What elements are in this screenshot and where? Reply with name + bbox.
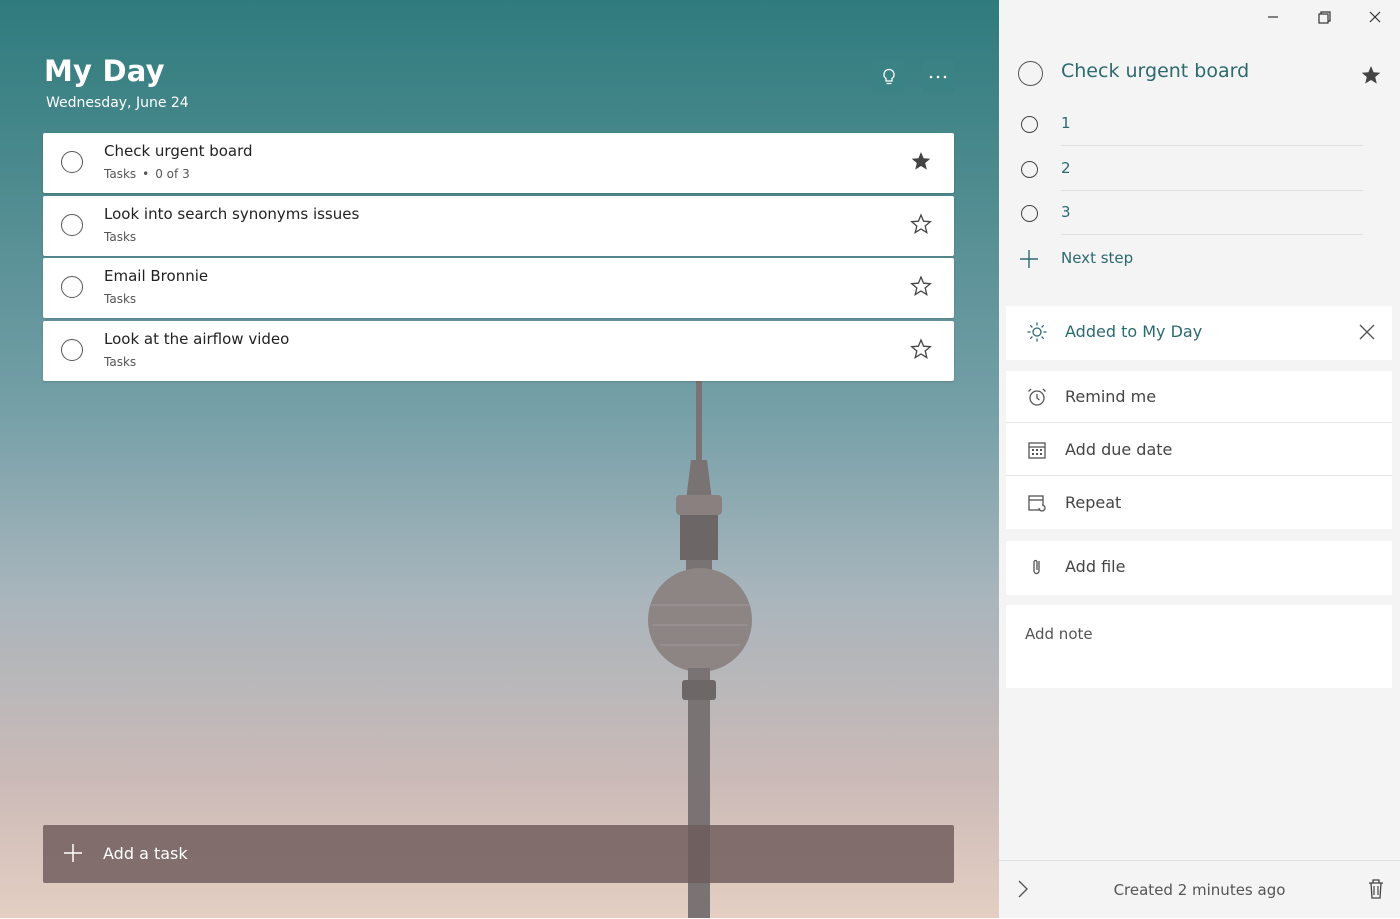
- task-item[interactable]: Email Bronnie Tasks: [43, 258, 954, 318]
- task-list-name: Tasks: [104, 167, 137, 181]
- alarm-clock-icon: [1028, 388, 1046, 406]
- task-item[interactable]: Look into search synonyms issues Tasks: [43, 195, 954, 256]
- add-task-input[interactable]: Add a task: [43, 825, 954, 883]
- add-file-row[interactable]: Add file: [1006, 541, 1392, 593]
- next-step-button[interactable]: Next step: [1018, 246, 1363, 274]
- added-to-my-day-row[interactable]: Added to My Day: [1006, 306, 1392, 358]
- task-item[interactable]: Look at the airflow video Tasks: [43, 320, 954, 381]
- task-title: Email Bronnie: [104, 267, 209, 285]
- step-title: 3: [1061, 203, 1071, 221]
- due-date-label: Add due date: [1065, 440, 1173, 459]
- task-title: Look at the airflow video: [104, 329, 290, 348]
- task-title: Check urgent board: [104, 142, 253, 160]
- repeat-label: Repeat: [1065, 493, 1122, 512]
- complete-checkbox[interactable]: [61, 213, 83, 236]
- task-title: Look into search synonyms issues: [104, 204, 360, 223]
- star-filled-icon[interactable]: [910, 150, 932, 172]
- star-filled-icon[interactable]: [1360, 64, 1382, 86]
- star-outline-icon[interactable]: [910, 212, 932, 235]
- my-day-card: Added to My Day: [1006, 306, 1392, 360]
- page-date: Wednesday, June 24: [46, 95, 189, 111]
- step-item[interactable]: 1: [1018, 102, 1363, 146]
- divider: [1061, 234, 1363, 235]
- task-meta: Tasks • 0 of 3: [104, 167, 190, 181]
- task-list: Check urgent board Tasks • 0 of 3 Look int…: [43, 133, 954, 383]
- detail-complete-checkbox[interactable]: [1018, 61, 1043, 86]
- step-checkbox[interactable]: [1021, 116, 1038, 133]
- note-field[interactable]: Add note: [1025, 625, 1093, 643]
- lightbulb-icon: [883, 68, 895, 84]
- paperclip-icon: [1033, 559, 1040, 575]
- more-options-button[interactable]: [922, 61, 954, 92]
- next-step-label: Next step: [1061, 249, 1134, 267]
- add-task-label: Add a task: [103, 844, 188, 863]
- suggestions-button[interactable]: [873, 61, 905, 92]
- divider: [1006, 422, 1392, 423]
- task-list-name: Tasks: [104, 229, 137, 244]
- task-list-name: Tasks: [104, 354, 137, 369]
- step-title: 2: [1061, 159, 1071, 177]
- plus-icon: [1020, 250, 1038, 268]
- detail-title[interactable]: Check urgent board: [1061, 60, 1249, 82]
- star-outline-icon[interactable]: [910, 275, 932, 297]
- remove-from-my-day-icon[interactable]: [1357, 322, 1377, 342]
- trash-icon[interactable]: [1365, 877, 1387, 901]
- minimize-icon[interactable]: [1262, 6, 1284, 28]
- step-item[interactable]: 2: [1018, 147, 1363, 191]
- step-checkbox[interactable]: [1021, 205, 1038, 222]
- complete-checkbox[interactable]: [61, 276, 83, 298]
- task-list-pane: My Day Wednesday, June 24 Check urgent b…: [0, 0, 999, 918]
- repeat-row[interactable]: Repeat: [1006, 477, 1392, 529]
- add-file-label: Add file: [1065, 557, 1126, 576]
- task-list-name: Tasks: [104, 292, 137, 306]
- step-item[interactable]: 3: [1018, 191, 1363, 235]
- step-checkbox[interactable]: [1021, 161, 1038, 178]
- task-detail-pane: Check urgent board 1 2 3 Next step Added…: [999, 0, 1400, 918]
- due-date-row[interactable]: Add due date: [1006, 424, 1392, 476]
- restore-icon[interactable]: [1313, 6, 1335, 28]
- note-card[interactable]: Add note: [1006, 605, 1392, 688]
- calendar-icon: [1028, 442, 1046, 459]
- task-steps-count: 0 of 3: [155, 167, 190, 181]
- close-window-icon[interactable]: [1364, 6, 1386, 28]
- my-day-label: Added to My Day: [1065, 322, 1203, 341]
- reminder-card: Remind me Add due date Repeat: [1006, 371, 1392, 529]
- plus-icon: [64, 844, 82, 862]
- detail-footer: Created 2 minutes ago: [999, 860, 1400, 919]
- divider: [1061, 145, 1363, 146]
- created-timestamp: Created 2 minutes ago: [1113, 881, 1286, 899]
- divider: [1006, 475, 1392, 476]
- file-card: Add file: [1006, 541, 1392, 595]
- page-title: My Day: [44, 54, 165, 88]
- complete-checkbox[interactable]: [61, 338, 83, 361]
- task-item[interactable]: Check urgent board Tasks • 0 of 3: [43, 133, 954, 193]
- star-outline-icon[interactable]: [910, 337, 932, 360]
- remind-me-row[interactable]: Remind me: [1006, 371, 1392, 423]
- complete-checkbox[interactable]: [61, 151, 83, 173]
- sun-icon: [1027, 322, 1047, 342]
- repeat-calendar-icon: [1028, 495, 1046, 512]
- remind-me-label: Remind me: [1065, 387, 1157, 406]
- more-icon: [929, 75, 947, 78]
- step-title: 1: [1061, 114, 1071, 132]
